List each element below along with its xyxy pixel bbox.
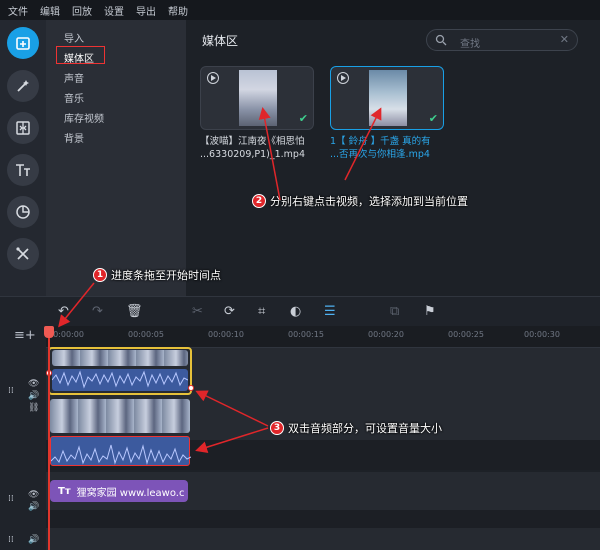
annotation-arrows — [58, 107, 382, 454]
arrow-3b — [195, 427, 269, 454]
arrow-2b — [344, 107, 382, 181]
arrow-3a — [195, 390, 269, 427]
arrow-2a — [258, 107, 281, 201]
arrow-1 — [58, 282, 95, 328]
